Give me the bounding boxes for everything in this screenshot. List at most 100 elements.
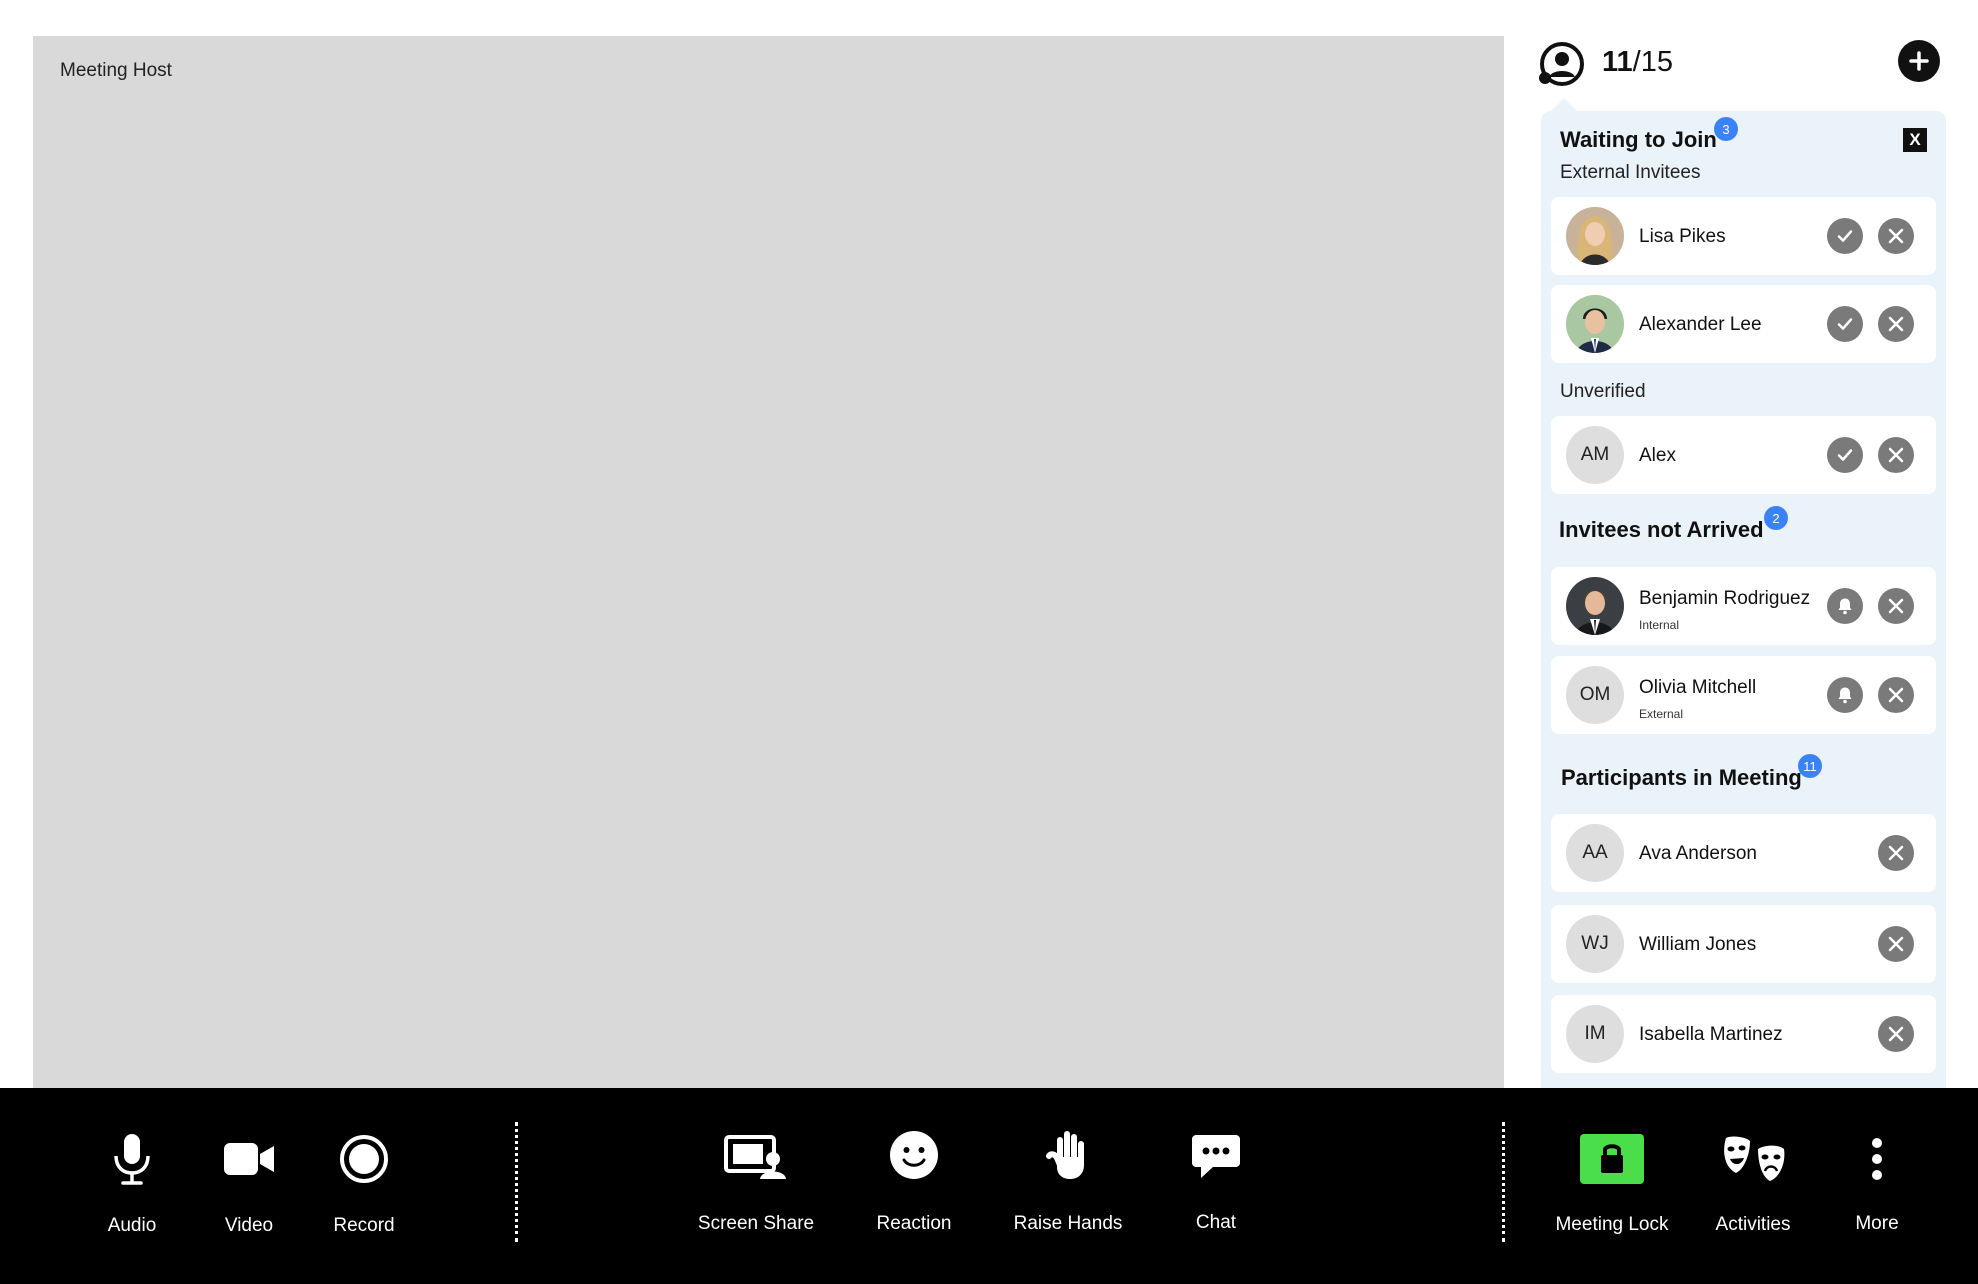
check-icon xyxy=(1837,449,1853,461)
close-icon xyxy=(1888,598,1904,614)
participant-row-ava-anderson: AA Ava Anderson xyxy=(1551,814,1936,892)
close-icon xyxy=(1888,228,1904,244)
external-invitees-label: External Invitees xyxy=(1560,162,1701,183)
add-icon xyxy=(1909,51,1929,71)
toolbar-divider xyxy=(515,1122,518,1242)
not-arrived-count-badge: 2 xyxy=(1764,506,1788,530)
close-panel-button[interactable]: X xyxy=(1903,128,1927,152)
remove-button[interactable] xyxy=(1878,835,1914,871)
admit-button[interactable] xyxy=(1827,437,1863,473)
screen-share-button[interactable]: Screen Share xyxy=(686,1088,826,1284)
participants-count-badge: 11 xyxy=(1798,754,1822,778)
more-button[interactable]: More xyxy=(1807,1088,1947,1284)
more-label: More xyxy=(1855,1213,1899,1234)
participants-in-meeting-title: Participants in Meeting xyxy=(1561,765,1802,790)
admit-button[interactable] xyxy=(1827,218,1863,254)
waiting-row-alex: AM Alex xyxy=(1551,416,1936,494)
avatar-initials: OM xyxy=(1566,666,1624,724)
participant-row-isabella-martinez: IM Isabella Martinez xyxy=(1551,995,1936,1073)
raise-hands-label: Raise Hands xyxy=(1013,1213,1123,1234)
record-label: Record xyxy=(333,1215,395,1236)
participant-name: Benjamin Rodriguez xyxy=(1639,588,1811,609)
participant-name: Isabella Martinez xyxy=(1639,1024,1783,1045)
meeting-lock-label: Meeting Lock xyxy=(1555,1214,1669,1235)
meeting-toolbar: Audio Video Record Screen Share Reaction… xyxy=(0,1088,1978,1284)
raise-hands-button[interactable]: Raise Hands xyxy=(998,1088,1138,1284)
record-button[interactable]: Record xyxy=(294,1088,434,1284)
reaction-button[interactable]: Reaction xyxy=(844,1088,984,1284)
video-camera-icon xyxy=(224,1143,274,1175)
participant-role: Internal xyxy=(1639,618,1680,632)
chat-label: Chat xyxy=(1195,1212,1237,1233)
activities-button[interactable]: Activities xyxy=(1683,1088,1823,1284)
close-icon xyxy=(1888,936,1904,952)
participant-name: Alex xyxy=(1639,445,1676,466)
not-arrived-row-benjamin-rodriguez: Benjamin Rodriguez Internal xyxy=(1551,567,1936,645)
toolbar-divider xyxy=(1502,1122,1505,1242)
microphone-icon xyxy=(114,1134,150,1185)
participant-role: External xyxy=(1639,707,1684,721)
participant-name: William Jones xyxy=(1639,934,1757,955)
waiting-count-badge: 3 xyxy=(1714,117,1738,141)
check-icon xyxy=(1837,230,1853,242)
notify-button[interactable] xyxy=(1827,588,1863,624)
deny-button[interactable] xyxy=(1878,437,1914,473)
close-icon xyxy=(1888,687,1904,703)
close-icon xyxy=(1888,1026,1904,1042)
screen-share-label: Screen Share xyxy=(697,1213,815,1234)
deny-button[interactable] xyxy=(1878,306,1914,342)
remove-button[interactable] xyxy=(1878,588,1914,624)
hand-icon xyxy=(1046,1131,1084,1179)
participant-name: Lisa Pikes xyxy=(1639,226,1726,247)
participant-name: Alexander Lee xyxy=(1639,314,1762,335)
participants-panel: Waiting to Join 3 X External Invitees Li… xyxy=(1541,111,1946,1088)
avatar-initials: IM xyxy=(1566,1005,1624,1063)
participant-count-total: /15 xyxy=(1632,46,1673,78)
theater-masks-icon xyxy=(1724,1136,1785,1181)
unverified-label: Unverified xyxy=(1560,381,1646,402)
panel-caret xyxy=(1550,98,1578,112)
lock-icon xyxy=(1580,1134,1644,1184)
waiting-row-alexander-lee: Alexander Lee xyxy=(1551,285,1936,363)
close-icon xyxy=(1888,316,1904,332)
close-icon xyxy=(1888,447,1904,463)
avatar xyxy=(1566,295,1624,353)
check-icon xyxy=(1837,318,1853,330)
waiting-row-lisa-pikes: Lisa Pikes xyxy=(1551,197,1936,275)
stage-label: Meeting Host xyxy=(60,60,172,81)
deny-button[interactable] xyxy=(1878,218,1914,254)
remove-button[interactable] xyxy=(1878,1016,1914,1052)
participants-icon[interactable] xyxy=(1538,40,1586,88)
avatar-initials: WJ xyxy=(1566,915,1624,973)
participant-row-william-jones: WJ William Jones xyxy=(1551,905,1936,983)
avatar-initials: AA xyxy=(1566,824,1624,882)
not-arrived-title: Invitees not Arrived xyxy=(1559,517,1764,542)
avatar xyxy=(1566,207,1624,265)
smiley-icon xyxy=(890,1131,938,1179)
participant-name: Ava Anderson xyxy=(1639,843,1757,864)
remove-button[interactable] xyxy=(1878,677,1914,713)
avatar xyxy=(1566,577,1624,635)
not-arrived-row-olivia-mitchell: OM Olivia Mitchell External xyxy=(1551,656,1936,734)
bell-icon xyxy=(1838,598,1852,615)
remove-button[interactable] xyxy=(1878,926,1914,962)
meeting-lock-button[interactable]: Meeting Lock xyxy=(1542,1088,1682,1284)
admit-button[interactable] xyxy=(1827,306,1863,342)
screen-share-icon xyxy=(724,1135,786,1179)
chat-button[interactable]: Chat xyxy=(1146,1088,1286,1284)
participant-count: 11/15 xyxy=(1602,46,1673,79)
waiting-to-join-title: Waiting to Join xyxy=(1560,127,1717,152)
record-icon xyxy=(340,1135,388,1183)
add-participant-button[interactable] xyxy=(1898,40,1940,82)
video-stage: Meeting Host xyxy=(33,36,1504,1088)
participant-name: Olivia Mitchell xyxy=(1639,677,1757,698)
activities-label: Activities xyxy=(1715,1214,1791,1235)
close-icon xyxy=(1888,845,1904,861)
chat-bubble-icon xyxy=(1192,1135,1240,1178)
more-vertical-icon xyxy=(1872,1138,1882,1180)
notify-button[interactable] xyxy=(1827,677,1863,713)
avatar-initials: AM xyxy=(1566,426,1624,484)
participant-count-current: 11 xyxy=(1602,46,1633,78)
bell-icon xyxy=(1838,687,1852,704)
reaction-label: Reaction xyxy=(876,1213,952,1234)
